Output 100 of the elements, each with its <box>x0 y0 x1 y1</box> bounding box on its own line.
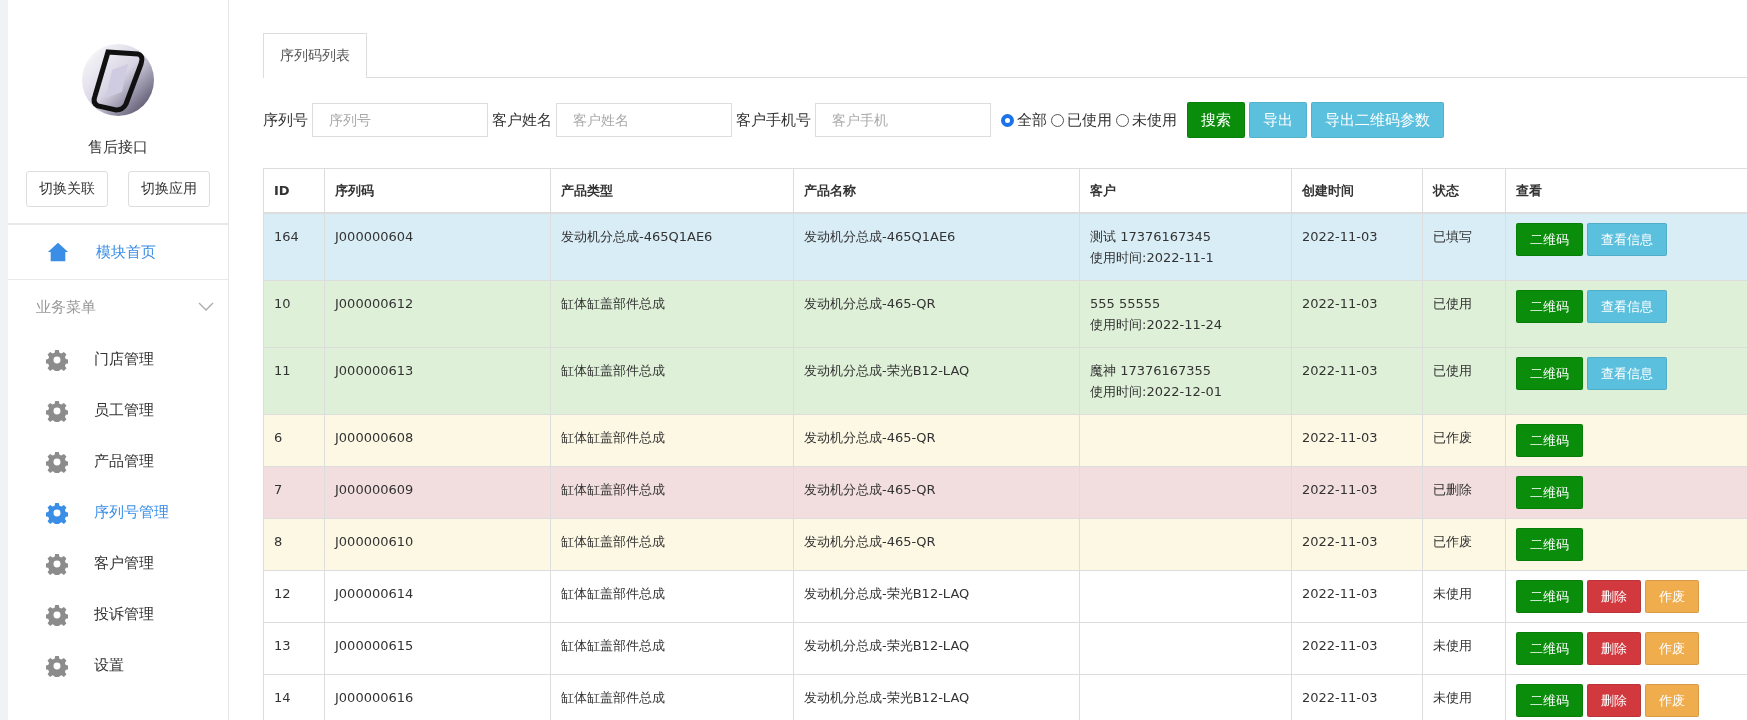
table-cell: 发动机分总成-荣光B12-LAQ <box>793 347 1080 415</box>
table-cell: J000000615 <box>324 622 551 675</box>
gear-icon <box>46 399 68 422</box>
gear-icon <box>46 501 68 524</box>
table-cell: 12 <box>263 570 325 623</box>
gear-icon <box>46 552 68 575</box>
search-field[interactable]: 客户姓名 <box>556 103 732 137</box>
action-button[interactable]: 搜索 <box>1187 102 1245 138</box>
table-cell: 2022-11-03 <box>1291 518 1423 571</box>
row-action-button[interactable]: 二维码 <box>1516 223 1583 256</box>
customer-text: 魔神 17376167355 <box>1090 362 1213 380</box>
row-action-button[interactable]: 二维码 <box>1516 684 1583 717</box>
row-action-button[interactable]: 二维码 <box>1516 632 1583 665</box>
table-cell: 已作废 <box>1422 518 1506 571</box>
table-cell: 缸体缸盖部件总成 <box>550 518 794 571</box>
table-cell: 已删除 <box>1422 466 1506 519</box>
field-label: 客户手机号 <box>736 110 811 130</box>
row-action-button[interactable]: 二维码 <box>1516 357 1583 390</box>
table-cell: 发动机分总成-465Q1AE6 <box>793 213 1080 281</box>
table-cell: 发动机分总成-荣光B12-LAQ <box>793 622 1080 675</box>
menu-item[interactable]: 员工管理 <box>8 385 228 436</box>
customer-text: 测试 17376167345 <box>1090 228 1213 246</box>
table-cell: 7 <box>263 466 325 519</box>
chevron-icon <box>198 302 214 312</box>
customer-text: 555 55555 <box>1090 295 1162 313</box>
table-cell: 13 <box>263 622 325 675</box>
field-label: 客户姓名 <box>492 110 552 130</box>
table-cell: 8 <box>263 518 325 571</box>
menu-section[interactable]: 业务菜单 <box>8 280 228 334</box>
row-action-button[interactable]: 二维码 <box>1516 424 1583 457</box>
usage-time-text: 使用时间:2022-11-24 <box>1090 316 1223 334</box>
table-cell: 164 <box>263 213 325 281</box>
usage-time-text: 使用时间:2022-12-01 <box>1090 383 1223 401</box>
table-cell: 缸体缸盖部件总成 <box>550 622 794 675</box>
table-cell: 已作废 <box>1422 414 1506 467</box>
menu-item[interactable]: 客户管理 <box>8 538 228 589</box>
table-cell: 10 <box>263 280 325 348</box>
tab[interactable]: 序列码列表 <box>263 33 367 78</box>
table-cell: 缸体缸盖部件总成 <box>550 570 794 623</box>
menu-item[interactable]: 模块首页 <box>8 225 228 280</box>
table-cell: 6 <box>263 414 325 467</box>
switch-button[interactable]: 切换关联 <box>26 171 108 207</box>
table-cell: 缸体缸盖部件总成 <box>550 280 794 348</box>
table-cell: 已使用 <box>1422 280 1506 348</box>
table-cell: J000000604 <box>324 213 551 281</box>
home-icon <box>46 241 70 263</box>
table-cell: 未使用 <box>1422 622 1506 675</box>
table-cell: 2022-11-03 <box>1291 570 1423 623</box>
gear-icon <box>46 348 68 371</box>
radio-button[interactable] <box>1001 113 1014 127</box>
table-cell: 2022-11-03 <box>1291 414 1423 467</box>
menu-item[interactable]: 投诉管理 <box>8 589 228 640</box>
row-action-button[interactable]: 删除 <box>1587 580 1641 613</box>
table-cell: J000000614 <box>324 570 551 623</box>
table-cell: 发动机分总成-465-QR <box>793 466 1080 519</box>
table-cell: J000000609 <box>324 466 551 519</box>
search-field[interactable]: 客户手机 <box>815 103 991 137</box>
radio-label[interactable]: 未使用 <box>1132 110 1177 130</box>
menu-item[interactable]: 设置 <box>8 640 228 691</box>
table-cell: 2022-11-03 <box>1291 213 1423 281</box>
table-cell: 已使用 <box>1422 347 1506 415</box>
table-cell: 缸体缸盖部件总成 <box>550 347 794 415</box>
row-action-button[interactable]: 二维码 <box>1516 528 1583 561</box>
gear-icon <box>46 603 68 626</box>
table-cell: 缸体缸盖部件总成 <box>550 414 794 467</box>
gear-icon <box>46 654 68 677</box>
usage-time-text: 使用时间:2022-11-1 <box>1090 249 1215 267</box>
row-action-button[interactable]: 删除 <box>1587 632 1641 665</box>
table-cell: 发动机分总成-465-QR <box>793 280 1080 348</box>
row-action-button[interactable]: 删除 <box>1587 684 1641 717</box>
row-action-button[interactable]: 二维码 <box>1516 290 1583 323</box>
table-cell: J000000612 <box>324 280 551 348</box>
menu-item[interactable]: 门店管理 <box>8 334 228 385</box>
field-label: 序列号 <box>263 110 308 130</box>
row-action-button[interactable]: 二维码 <box>1516 580 1583 613</box>
switch-button[interactable]: 切换应用 <box>128 171 210 207</box>
table-cell: J000000613 <box>324 347 551 415</box>
table-cell: 已填写 <box>1422 213 1506 281</box>
menu-item[interactable]: 产品管理 <box>8 436 228 487</box>
radio-label[interactable]: 全部 <box>1017 110 1047 130</box>
table-cell: 2022-11-03 <box>1291 280 1423 348</box>
table-cell: 发动机分总成-465-QR <box>793 518 1080 571</box>
table-cell: 缸体缸盖部件总成 <box>550 466 794 519</box>
table-cell: J000000610 <box>324 518 551 571</box>
table-cell: 11 <box>263 347 325 415</box>
table-cell: 未使用 <box>1422 570 1506 623</box>
search-field[interactable]: 序列号 <box>312 103 488 137</box>
table-cell: J000000608 <box>324 414 551 467</box>
row-action-button[interactable]: 二维码 <box>1516 476 1583 509</box>
table-cell: 2022-11-03 <box>1291 622 1423 675</box>
gear-icon <box>46 450 68 473</box>
table-cell: 2022-11-03 <box>1291 466 1423 519</box>
menu-item[interactable]: 序列号管理 <box>8 487 228 538</box>
table-cell: 2022-11-03 <box>1291 347 1423 415</box>
table-cell: 发动机分总成-荣光B12-LAQ <box>793 570 1080 623</box>
table-cell: 发动机分总成-465-QR <box>793 414 1080 467</box>
table-cell: 发动机分总成-465Q1AE6 <box>550 213 794 281</box>
app-title: 售后接口 <box>88 138 148 157</box>
table-cell: 14 <box>263 674 325 720</box>
radio-label[interactable]: 已使用 <box>1067 110 1112 130</box>
